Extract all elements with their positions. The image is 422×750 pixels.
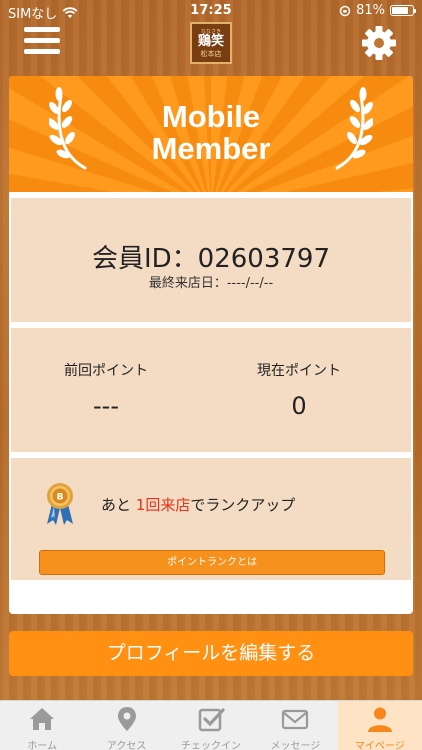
tab-home[interactable]: ホーム — [0, 701, 84, 750]
tab-checkin-label: チェックイン — [180, 741, 241, 750]
tab-home-label: ホーム — [27, 741, 58, 750]
home-icon — [30, 708, 55, 730]
current-points-label: 現在ポイント — [257, 363, 341, 379]
tab-message[interactable]: メッセージ — [253, 701, 337, 750]
tab-access[interactable]: アクセス — [84, 701, 168, 750]
app-header: ななさき 鶏笑 松本店 — [0, 22, 422, 66]
checkin-icon — [198, 708, 225, 732]
member-id-panel: 会員ID：02603797 最終来店日：----/--/-- — [11, 198, 411, 322]
restaurant-logo: ななさき 鶏笑 松本店 — [190, 22, 232, 64]
rank-visits-needed: 1回来店 — [135, 496, 191, 514]
settings-button[interactable] — [360, 24, 398, 62]
status-bar: SIMなし 17:25 81% — [0, 0, 422, 22]
medal-icon: B — [47, 483, 73, 525]
battery-percent: 81% — [356, 3, 385, 18]
point-rank-info-button[interactable]: ポイントランクとは — [39, 550, 385, 575]
member-banner: Mobile Member — [9, 76, 413, 192]
last-visit-date: 最終来店日：----/--/-- — [148, 276, 274, 291]
tab-access-label: アクセス — [106, 741, 147, 750]
previous-points-value: --- — [93, 392, 119, 420]
logo-main-text: 鶏笑 — [197, 33, 224, 49]
logo-sub-text: 松本店 — [200, 49, 222, 58]
tab-mypage[interactable]: マイページ — [337, 701, 422, 750]
rotation-lock-icon — [339, 5, 351, 16]
hamburger-icon — [24, 27, 60, 54]
rank-text-before: あと — [101, 496, 132, 514]
previous-points-label: 前回ポイント — [64, 363, 148, 379]
tab-checkin[interactable]: チェックイン — [169, 701, 253, 750]
laurel-right-icon — [335, 87, 373, 170]
points-panel: 前回ポイント --- 現在ポイント 0 — [11, 328, 411, 452]
person-icon — [367, 707, 392, 732]
battery-icon — [390, 5, 416, 16]
current-points: 現在ポイント 0 — [199, 360, 399, 420]
map-pin-icon — [117, 707, 136, 731]
tab-mypage-label: マイページ — [354, 741, 405, 750]
status-right: 81% — [339, 3, 416, 18]
edit-profile-button[interactable]: プロフィールを編集する — [9, 631, 413, 676]
rank-up-message: あと 1回来店でランクアップ — [101, 494, 295, 515]
previous-points: 前回ポイント --- — [11, 360, 201, 420]
tab-bar: ホーム アクセス チェックイン メッセージ マイページ — [0, 700, 422, 750]
svg-text:B: B — [57, 493, 64, 503]
rank-panel: B あと 1回来店でランクアップ ポイントランクとは — [11, 458, 411, 580]
tab-message-label: メッセージ — [270, 741, 321, 750]
rank-text-after: でランクアップ — [190, 496, 296, 514]
menu-button[interactable] — [24, 27, 60, 59]
member-card: Mobile Member 会員ID：02603797 最終来店日：----/-… — [9, 76, 413, 614]
current-points-value: 0 — [291, 392, 307, 420]
mail-icon — [282, 709, 309, 730]
member-id: 会員ID：02603797 — [91, 244, 331, 274]
gear-icon — [362, 26, 396, 60]
